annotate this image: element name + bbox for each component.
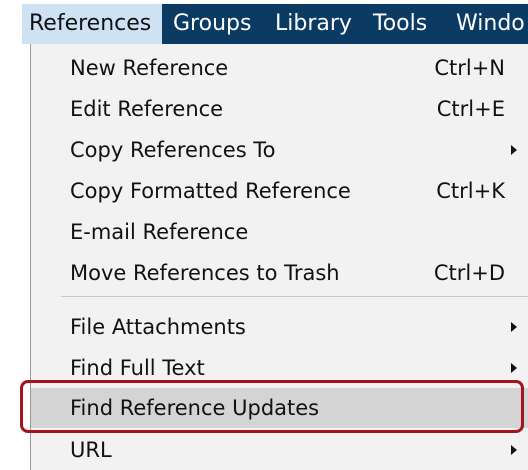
menu-item-label: Edit Reference <box>70 97 224 121</box>
menu-item-move-references-to-trash[interactable]: Move References to Trash Ctrl+D <box>31 253 528 293</box>
menu-item-new-reference[interactable]: New Reference Ctrl+N <box>31 48 528 88</box>
menubar-item-library[interactable]: Library <box>275 4 352 44</box>
menu-item-shortcut: Ctrl+D <box>433 261 505 285</box>
menu-item-url[interactable]: URL <box>31 430 528 470</box>
chevron-right-icon <box>511 145 517 155</box>
menubar-item-window[interactable]: Windo <box>456 4 525 44</box>
menubar-item-groups[interactable]: Groups <box>173 4 251 44</box>
menu-item-shortcut: Ctrl+K <box>436 179 505 203</box>
menu-item-label: Copy Formatted Reference <box>70 179 351 203</box>
menubar-item-tools[interactable]: Tools <box>373 4 427 44</box>
menu-item-label: E-mail Reference <box>70 220 249 244</box>
menu-item-label: Copy References To <box>70 138 276 162</box>
menu-item-label: URL <box>70 438 112 462</box>
menu-bar: References Groups Library Tools Windo <box>22 4 528 44</box>
menu-item-email-reference[interactable]: E-mail Reference <box>31 212 528 252</box>
chevron-right-icon <box>511 445 517 455</box>
chevron-right-icon <box>511 322 517 332</box>
chevron-right-icon <box>511 363 517 373</box>
menu-item-shortcut: Ctrl+E <box>436 97 505 121</box>
highlight-annotation-box <box>20 380 524 433</box>
menu-item-label: New Reference <box>70 56 229 80</box>
menu-item-copy-references-to[interactable]: Copy References To <box>31 130 528 170</box>
menu-item-file-attachments[interactable]: File Attachments <box>31 307 528 347</box>
menubar-item-references[interactable]: References <box>22 4 162 44</box>
menu-separator <box>61 296 528 297</box>
menu-item-edit-reference[interactable]: Edit Reference Ctrl+E <box>31 89 528 129</box>
menu-item-label: Move References to Trash <box>70 261 340 285</box>
screenshot-canvas: References Groups Library Tools Windo Ne… <box>0 0 528 470</box>
menu-item-copy-formatted-reference[interactable]: Copy Formatted Reference Ctrl+K <box>31 171 528 211</box>
menu-item-label: File Attachments <box>70 315 246 339</box>
menu-item-shortcut: Ctrl+N <box>434 56 505 80</box>
